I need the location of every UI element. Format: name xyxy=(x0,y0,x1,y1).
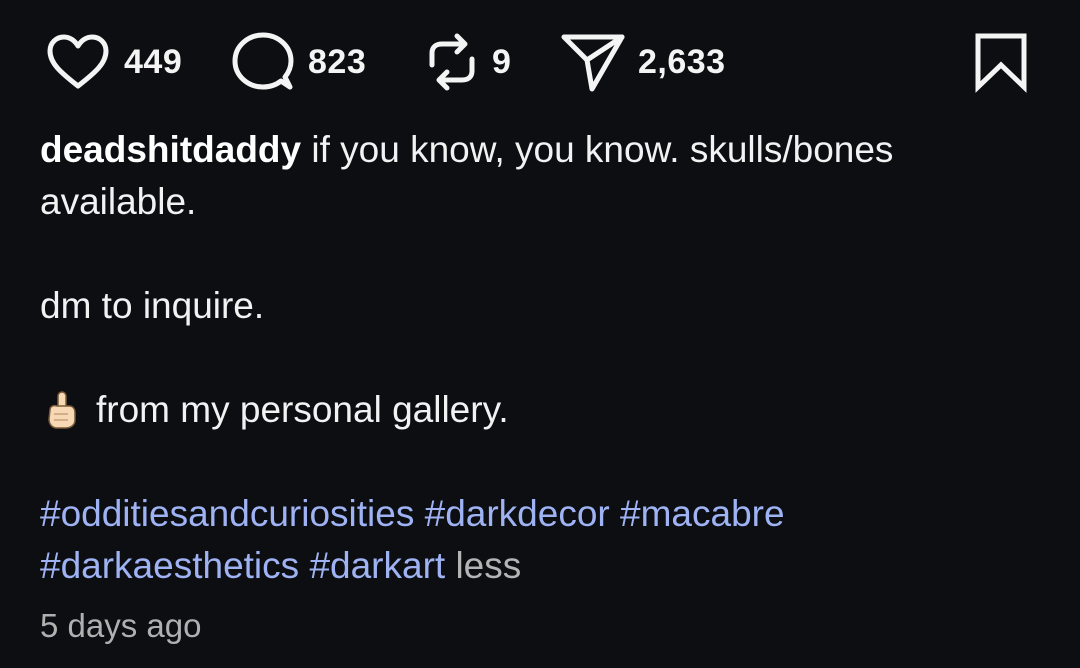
bookmark-icon xyxy=(975,33,1027,93)
comment-count: 823 xyxy=(308,43,367,81)
post-caption: deadshitdaddy if you know, you know. sku… xyxy=(40,124,1040,592)
heart-icon xyxy=(47,34,109,89)
hashtag-list: #odditiesandcuriosities #darkdecor #maca… xyxy=(40,488,1040,592)
comment-button[interactable]: 823 xyxy=(230,26,366,98)
hashtag-link[interactable]: #darkart xyxy=(309,545,445,586)
caption-line-3-text: from my personal gallery. xyxy=(96,389,509,430)
hashtag-link[interactable]: #odditiesandcuriosities xyxy=(40,493,414,534)
caption-text: deadshitdaddy if you know, you know. sku… xyxy=(40,124,1040,228)
hashtag-link[interactable]: #darkdecor xyxy=(425,493,610,534)
repost-icon xyxy=(429,33,475,91)
line-break xyxy=(40,228,1040,280)
share-count: 2,633 xyxy=(638,43,726,81)
caption-line-2: dm to inquire. xyxy=(40,285,265,326)
hashtag-link[interactable]: #darkaesthetics xyxy=(40,545,299,586)
index-pointing-up-emoji xyxy=(48,391,76,429)
post-action-bar: 449 823 9 2,633 xyxy=(40,26,1040,98)
like-count: 449 xyxy=(124,43,183,81)
save-button[interactable] xyxy=(970,26,1032,98)
show-less-link[interactable]: less xyxy=(455,545,521,586)
caption-line-3: from my personal gallery. xyxy=(40,384,1040,436)
send-paper-plane-icon xyxy=(561,34,625,92)
share-button[interactable]: 2,633 xyxy=(560,26,726,98)
repost-button[interactable]: 9 xyxy=(424,26,511,98)
line-break xyxy=(40,436,1040,488)
comment-bubble-icon xyxy=(232,32,294,90)
username-link[interactable]: deadshitdaddy xyxy=(40,129,301,170)
repost-count: 9 xyxy=(492,43,512,81)
line-break xyxy=(40,332,1040,384)
hashtag-link[interactable]: #macabre xyxy=(620,493,785,534)
like-button[interactable]: 449 xyxy=(44,26,182,98)
post-timestamp: 5 days ago xyxy=(40,607,202,644)
